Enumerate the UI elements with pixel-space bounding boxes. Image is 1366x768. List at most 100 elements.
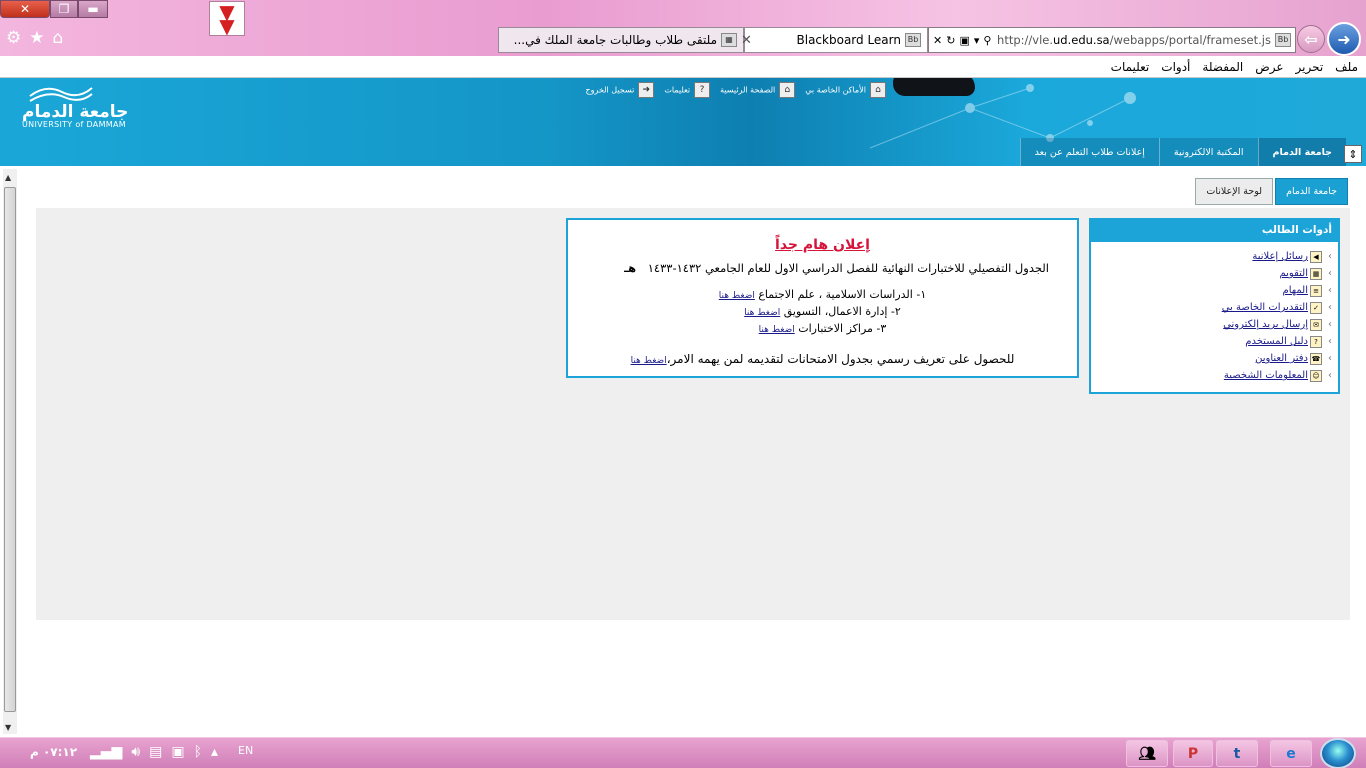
tab-forum-label: ملتقى طلاب وطالبات جامعة الملك في... xyxy=(513,33,717,47)
close-tab-icon[interactable]: ✕ xyxy=(741,33,752,48)
address-url[interactable]: http://vle.ud.edu.sa/webapps/portal/fram… xyxy=(995,33,1271,47)
window-close-button[interactable]: ✕ xyxy=(0,0,50,18)
home-page-link[interactable]: ⌂الصفحة الرئيسية xyxy=(720,82,796,98)
logout-label: تسجيل الخروج xyxy=(585,85,635,95)
bb-favicon-icon: Bb xyxy=(1275,33,1291,47)
tool-my-grades[interactable]: › ✓ التقديرات الخاصة بي xyxy=(1091,299,1332,316)
logo-arabic: جامعة الدمام xyxy=(22,102,129,122)
tool-address-book[interactable]: › ☎ دفتر العناوين xyxy=(1091,350,1332,367)
start-button[interactable] xyxy=(1320,738,1356,768)
help-link[interactable]: ?تعليمات xyxy=(664,82,711,98)
tool-label[interactable]: التقديرات الخاصة بي xyxy=(1222,302,1308,313)
tool-label[interactable]: دفتر العناوين xyxy=(1255,353,1308,364)
address-bar[interactable]: ✕ ↻ ▣ ▾ ⚲ http://vle.ud.edu.sa/webapps/p… xyxy=(928,27,1296,53)
subtab-university[interactable]: جامعة الدمام xyxy=(1275,178,1348,205)
tool-label[interactable]: المهام xyxy=(1283,285,1308,296)
menu-edit[interactable]: تحرير xyxy=(1296,60,1324,74)
tool-personal-info[interactable]: › ☺ المعلومات الشخصية xyxy=(1091,367,1332,384)
browser-titlebar: ✕ ❐ ▬ ⚙ ★ ⌂ ▼ ▼ ▦ ملتقى طلاب وطالبات جامع… xyxy=(0,0,1366,56)
volume-icon[interactable]: 🔊︎ xyxy=(131,744,140,760)
grades-icon: ✓ xyxy=(1310,301,1322,314)
subtab-announcements[interactable]: لوحة الإعلانات xyxy=(1195,178,1274,205)
vertical-scrollbar[interactable]: ▲ ▼ xyxy=(3,169,17,734)
bluetooth-icon[interactable]: ᛒ xyxy=(194,744,202,760)
tab-e-library[interactable]: المكتبة الالكترونية xyxy=(1158,138,1258,166)
menu-bar: ملف تحرير عرض المفضلة أدوات تعليمات xyxy=(0,56,1366,78)
click-here-link[interactable]: اضغط هنا xyxy=(719,291,755,301)
tool-announcements[interactable]: › ◀ رسائل إعلانية xyxy=(1091,248,1332,265)
menu-view[interactable]: عرض xyxy=(1255,60,1283,74)
tab-university[interactable]: جامعة الدمام xyxy=(1257,138,1346,166)
tab-blackboard[interactable]: ✕ Blackboard Learn Bb xyxy=(741,27,928,53)
tool-label[interactable]: رسائل إعلانية xyxy=(1252,251,1308,262)
click-here-link[interactable]: اضغط هنا xyxy=(759,325,795,335)
tool-calendar[interactable]: › ▦ التقويم xyxy=(1091,265,1332,282)
university-logo[interactable]: جامعة الدمام UNIVERSITY of DAMMAM xyxy=(22,84,128,129)
stop-icon[interactable]: ✕ xyxy=(933,34,942,47)
compat-view-icon[interactable]: ▣ xyxy=(959,34,969,47)
menu-tools[interactable]: أدوات xyxy=(1161,60,1190,74)
collapse-header-button[interactable]: ⇕ xyxy=(1344,145,1362,163)
scroll-up-icon[interactable]: ▲ xyxy=(5,173,11,182)
logout-link[interactable]: ➜تسجيل الخروج xyxy=(586,82,655,98)
tab-forum[interactable]: ▦ ملتقى طلاب وطالبات جامعة الملك في... xyxy=(498,27,744,53)
device-icon[interactable]: ▤ xyxy=(149,744,162,760)
chevron-right-icon: › xyxy=(1328,336,1332,347)
language-indicator[interactable]: EN xyxy=(238,744,253,757)
signal-icon[interactable]: ▂▄▆ xyxy=(90,744,122,760)
student-tools-list: › ◀ رسائل إعلانية › ▦ التقويم › ≡ المهام › ✓ الت… xyxy=(1091,242,1338,384)
content-tabs: جامعة الدمام لوحة الإعلانات xyxy=(1195,178,1348,205)
click-here-link[interactable]: اضغط هنا xyxy=(631,356,667,366)
clock[interactable]: ٠٧:١٢ م xyxy=(30,745,77,759)
home-icon[interactable]: ⌂ xyxy=(53,28,64,48)
my-places-link[interactable]: ⌂ الأماكن الخاصة بي xyxy=(805,82,886,98)
redacted-area xyxy=(893,78,975,96)
dropdown-icon[interactable]: ▾ xyxy=(974,34,980,47)
tool-label[interactable]: التقويم xyxy=(1279,268,1308,279)
click-here-link[interactable]: اضغط هنا xyxy=(744,308,780,318)
tool-label[interactable]: إرسال بريد إلكتروني xyxy=(1223,319,1308,330)
tool-send-email[interactable]: › ✉ إرسال بريد إلكتروني xyxy=(1091,316,1332,333)
scroll-down-icon[interactable]: ▼ xyxy=(5,723,11,732)
announcement-items: ١- الدراسات الاسلامية ، علم الاجتماع اضغ… xyxy=(568,287,1077,338)
network-icon[interactable]: ▣ xyxy=(171,744,184,760)
bb-favicon-icon: Bb xyxy=(905,33,921,47)
menu-favorites[interactable]: المفضلة xyxy=(1202,60,1243,74)
logo-english: UNIVERSITY of DAMMAM xyxy=(22,120,126,129)
gear-icon[interactable]: ⚙ xyxy=(6,28,21,48)
window-restore-button[interactable]: ❐ xyxy=(50,0,78,18)
item-text: ٢- إدارة الاعمال، التسويق xyxy=(783,305,901,318)
menu-file[interactable]: ملف xyxy=(1335,60,1358,74)
taskbar-messenger-icon[interactable]: 👥︎ xyxy=(1126,740,1168,767)
taskbar-ie-icon[interactable]: e xyxy=(1270,740,1312,767)
tab-distance-learning-announcements[interactable]: إعلانات طلاب التعلم عن بعد xyxy=(1019,138,1159,166)
chevron-right-icon: › xyxy=(1328,251,1332,262)
guide-icon: ? xyxy=(1310,335,1322,348)
student-tools-module: أدوات الطالب › ◀ رسائل إعلانية › ▦ التقويم ›… xyxy=(1089,218,1340,394)
star-icon[interactable]: ★ xyxy=(29,28,44,48)
tool-user-guide[interactable]: ›? دليل المستخدم xyxy=(1091,333,1332,350)
announcement-schedule-line: الجدول التفصيلي للاختبارات النهائية للفص… xyxy=(568,261,1077,275)
announcement-item: ٣- مراكز الاختبارات اضغط هنا xyxy=(568,321,1077,338)
help-icon: ? xyxy=(694,82,711,98)
tool-tasks[interactable]: › ≡ المهام xyxy=(1091,282,1332,299)
window-minimize-button[interactable]: ▬ xyxy=(78,0,108,18)
scroll-thumb[interactable] xyxy=(4,187,16,712)
back-button[interactable]: ➜ xyxy=(1327,22,1361,56)
search-icon[interactable]: ⚲ xyxy=(983,34,991,47)
download-arrows-icon[interactable]: ▼ ▼ xyxy=(209,1,245,36)
taskbar-powerpoint-icon[interactable]: P xyxy=(1173,740,1213,767)
home-page-label: الصفحة الرئيسية xyxy=(720,85,776,95)
refresh-icon[interactable]: ↻ xyxy=(946,34,955,47)
tray-expand-icon[interactable]: ▴ xyxy=(211,744,218,760)
tool-label[interactable]: المعلومات الشخصية xyxy=(1224,370,1308,381)
forum-icon: ▦ xyxy=(721,33,737,47)
tasks-icon: ≡ xyxy=(1310,284,1322,297)
my-places-label: الأماكن الخاصة بي xyxy=(805,85,866,95)
menu-help[interactable]: تعليمات xyxy=(1111,60,1150,74)
taskbar-app-icon[interactable]: t xyxy=(1216,740,1258,767)
tool-label[interactable]: دليل المستخدم xyxy=(1245,336,1308,347)
header-top-links: ⌂الأماكن الخاصة بي ⌂الصفحة الرئيسية ?تعل… xyxy=(586,82,886,98)
announcement-item: ٢- إدارة الاعمال، التسويق اضغط هنا xyxy=(568,304,1077,321)
forward-button[interactable]: ⇦ xyxy=(1297,25,1325,53)
